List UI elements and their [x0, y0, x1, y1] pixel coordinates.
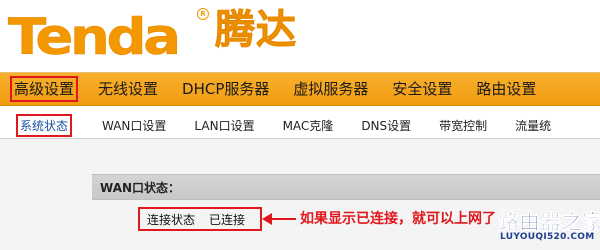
submenu-item-lan-settings[interactable]: LAN口设置: [194, 117, 254, 134]
connection-status-label: 连接状态: [147, 212, 196, 227]
logo-chinese-text: 腾达: [215, 7, 297, 54]
sub-menu-bar: 系统状态 WAN口设置 LAN口设置 MAC克隆 DNS设置 带宽控制 流量统: [0, 112, 600, 139]
connection-status-row: 连接状态 已连接: [138, 207, 262, 231]
submenu-item-bandwidth-control[interactable]: 带宽控制: [439, 117, 487, 134]
menu-item-wireless-settings[interactable]: 无线设置: [86, 76, 170, 102]
menu-item-virtual-server[interactable]: 虚拟服务器: [281, 76, 380, 102]
annotation-text: 如果显示已连接，就可以上网了: [300, 211, 496, 227]
router-admin-page: Tenda R 腾达 高级设置 无线设置 DHCP服务器 虚拟服务器 安全设置 …: [0, 0, 600, 250]
menu-item-dhcp-server[interactable]: DHCP服务器: [170, 76, 281, 102]
submenu-item-mac-clone[interactable]: MAC克隆: [283, 117, 334, 134]
submenu-item-traffic-stats[interactable]: 流量统: [515, 117, 551, 134]
submenu-item-system-status[interactable]: 系统状态: [16, 113, 73, 137]
watermark-url: LUYOUQI520.COM: [500, 232, 595, 242]
top-menu-bar: 高级设置 无线设置 DHCP服务器 虚拟服务器 安全设置 路由设置: [0, 72, 600, 106]
tenda-logo: Tenda: [8, 6, 182, 63]
menu-item-routing-settings[interactable]: 路由设置: [464, 76, 548, 102]
logo-latin-text: Tenda: [8, 8, 182, 66]
menu-item-advanced-settings[interactable]: 高级设置: [10, 76, 79, 102]
menu-item-security-settings[interactable]: 安全设置: [380, 76, 464, 102]
registered-mark-icon: R: [197, 8, 209, 20]
arrow-left-icon: [262, 213, 296, 225]
connection-status-value: 已连接: [209, 212, 246, 227]
submenu-item-dns-settings[interactable]: DNS设置: [361, 117, 411, 134]
wan-status-header: WAN口状态：: [92, 174, 600, 200]
submenu-item-wan-settings[interactable]: WAN口设置: [102, 117, 166, 134]
